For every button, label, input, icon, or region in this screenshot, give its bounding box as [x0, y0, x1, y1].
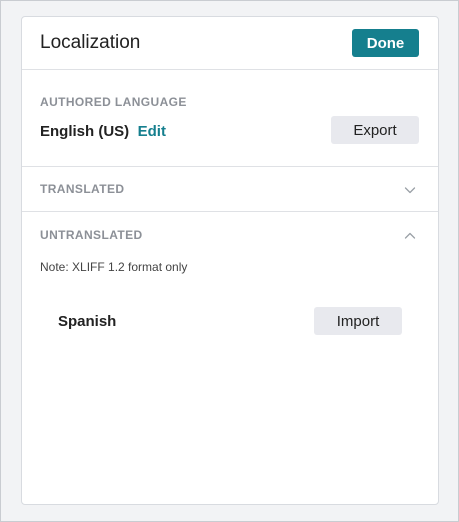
format-note: Note: XLIFF 1.2 format only — [40, 260, 188, 274]
done-button[interactable]: Done — [352, 29, 419, 57]
panel-title: Localization — [40, 32, 141, 53]
authored-language-section: AUTHORED LANGUAGE English (US) Edit Expo… — [22, 70, 438, 167]
untranslated-section-header[interactable]: UNTRANSLATED — [22, 212, 438, 257]
authored-language-info: English (US) Edit — [40, 123, 166, 141]
translated-section-header[interactable]: TRANSLATED — [22, 167, 438, 212]
authored-language-label: AUTHORED LANGUAGE — [40, 95, 187, 109]
edit-language-link[interactable]: Edit — [138, 123, 166, 140]
authored-language-name: English (US) — [40, 123, 130, 140]
panel-header: Localization Done — [22, 17, 438, 70]
chevron-up-icon — [404, 229, 416, 241]
untranslated-language-row: Spanish Import — [22, 307, 438, 335]
authored-language-row: English (US) Edit Export — [40, 116, 419, 144]
chevron-down-icon — [404, 183, 416, 195]
translated-label: TRANSLATED — [40, 182, 125, 196]
export-button[interactable]: Export — [331, 116, 419, 144]
localization-panel: Localization Done AUTHORED LANGUAGE Engl… — [21, 16, 439, 505]
untranslated-section: UNTRANSLATED Note: XLIFF 1.2 format only… — [22, 212, 438, 335]
window-frame: Localization Done AUTHORED LANGUAGE Engl… — [0, 0, 459, 522]
untranslated-language-name: Spanish — [58, 312, 117, 330]
import-button[interactable]: Import — [314, 307, 402, 335]
untranslated-label: UNTRANSLATED — [40, 227, 143, 242]
